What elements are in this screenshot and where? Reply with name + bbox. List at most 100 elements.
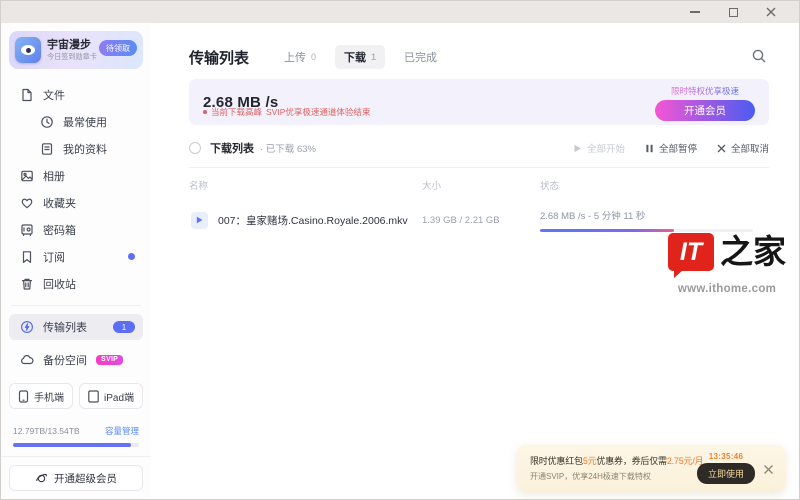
minimize-button[interactable]	[689, 6, 701, 18]
pause-all-button[interactable]: 全部暂停	[645, 141, 697, 155]
storage-panel: 12.79TB/13.54TB 容量管理	[13, 425, 139, 447]
tab-upload[interactable]: 上传 0	[275, 45, 325, 69]
cancel-all-button[interactable]: 全部取消	[717, 141, 769, 155]
storage-progress-fill	[13, 443, 131, 447]
tab-completed[interactable]: 已完成	[395, 45, 446, 69]
downloaded-percent: · 已下载 63%	[260, 141, 316, 155]
user-card[interactable]: 宇宙漫步 今日签到勋章卡 待领取	[9, 31, 143, 69]
play-icon	[196, 216, 203, 224]
toast-line1: 限时优惠红包5元优惠券，券后仅需2.75元/月	[530, 454, 689, 467]
sidebar-item-password-box[interactable]: 密码箱	[1, 216, 151, 243]
open-vip-button[interactable]: 开通会员	[655, 100, 755, 121]
photo-icon	[19, 168, 34, 183]
download-progress-fill	[540, 229, 674, 232]
close-button[interactable]	[765, 6, 777, 18]
transfer-count-badge: 1	[113, 321, 135, 333]
file-size: 1.39 GB / 2.21 GB	[422, 215, 540, 226]
toast-text: 优惠券，券后仅需	[596, 456, 666, 466]
sidebar-item-recycle-bin[interactable]: 回收站	[1, 270, 151, 297]
ithome-url: www.ithome.com	[667, 283, 787, 295]
use-now-button[interactable]: 立即使用	[697, 463, 755, 484]
table-row[interactable]: 007：皇家赌场.Casino.Royale.2006.mkv 1.39 GB …	[189, 208, 769, 232]
tab-label: 下载	[344, 49, 366, 65]
tab-label: 已完成	[404, 49, 437, 65]
cloud-icon	[19, 352, 34, 367]
select-all-checkbox[interactable]	[189, 142, 201, 154]
list-controls: 下载列表 · 已下载 63% 全部开始 全部暂停 全部取消	[189, 137, 769, 159]
table-header: 名称 大小 状态	[189, 178, 769, 192]
tab-count: 1	[371, 52, 376, 62]
device-button-label: 手机端	[34, 389, 64, 404]
page-title: 传输列表	[189, 47, 249, 68]
toast-highlight: 5元	[583, 456, 597, 466]
sidebar-item-subscriptions[interactable]: 订阅	[1, 243, 151, 270]
close-icon	[717, 144, 726, 153]
vip-ring-icon	[35, 472, 48, 485]
sidebar-item-favorites[interactable]: 收藏夹	[1, 189, 151, 216]
tab-label: 上传	[284, 49, 306, 65]
toast-text: 限时优惠红包	[530, 456, 583, 466]
ithome-brand: 之家	[720, 233, 786, 271]
peak-notice-rest: SVIP优享极速通道体验结束	[266, 106, 370, 118]
peak-notice: 当前下载高峰 SVIP优享极速通道体验结束	[203, 106, 370, 118]
sidebar-nav: 文件 最常使用 我的资料 相册	[1, 81, 151, 297]
speed-banner: 2.68 MB /s 当前下载高峰 SVIP优享极速通道体验结束 限时特权优享极…	[189, 79, 769, 125]
transfer-icon	[19, 320, 34, 335]
storage-usage: 12.79TB/13.54TB	[13, 426, 80, 436]
divider	[189, 167, 769, 168]
cancel-all-label: 全部取消	[731, 141, 769, 155]
file-icon	[19, 87, 34, 102]
safe-icon	[19, 222, 34, 237]
claim-badge[interactable]: 待领取	[99, 40, 137, 56]
search-icon[interactable]	[751, 48, 769, 66]
column-name: 名称	[189, 178, 422, 192]
phone-icon	[18, 390, 29, 403]
pause-icon	[645, 144, 654, 153]
device-buttons: 手机端 iPad端	[9, 383, 143, 409]
download-progressbar	[540, 229, 753, 232]
notification-dot	[128, 253, 135, 260]
sidebar-item-label: 密码箱	[43, 222, 76, 238]
notes-icon	[39, 141, 54, 156]
start-all-button[interactable]: 全部开始	[573, 141, 625, 155]
sidebar-item-recent[interactable]: 最常使用	[1, 108, 151, 135]
content-header: 传输列表 上传 0 下载 1 已完成	[189, 45, 769, 69]
user-subtitle: 今日签到勋章卡	[47, 52, 97, 61]
svip-badge: SVIP	[96, 355, 123, 365]
sidebar-item-my-docs[interactable]: 我的资料	[1, 135, 151, 162]
promo-toast: 限时优惠红包5元优惠券，券后仅需2.75元/月 开通SVIP，优享24H极速下载…	[517, 445, 785, 491]
phone-client-button[interactable]: 手机端	[9, 383, 73, 409]
alert-dot	[203, 110, 207, 114]
storage-progressbar	[13, 443, 139, 447]
sidebar-item-label: 订阅	[43, 249, 65, 265]
start-all-label: 全部开始	[587, 141, 625, 155]
tab-download[interactable]: 下载 1	[335, 45, 385, 69]
sidebar-item-backup-space[interactable]: 备份空间 SVIP	[1, 346, 151, 373]
toast-close-icon[interactable]	[763, 462, 775, 474]
sidebar-item-transfer-list[interactable]: 传输列表 1	[9, 314, 143, 340]
upgrade-button-label: 开通超级会员	[54, 471, 117, 486]
download-list-title: 下载列表	[210, 140, 254, 156]
upgrade-svip-button[interactable]: 开通超级会员	[9, 465, 143, 491]
user-name: 宇宙漫步	[47, 39, 100, 52]
sidebar-item-albums[interactable]: 相册	[1, 162, 151, 189]
peak-notice-strong: 当前下载高峰	[211, 106, 262, 118]
tablet-icon	[88, 390, 99, 403]
ipad-client-button[interactable]: iPad端	[79, 383, 143, 409]
sidebar-item-label: 文件	[43, 87, 65, 103]
heart-icon	[19, 195, 34, 210]
file-name: 007：皇家赌场.Casino.Royale.2006.mkv	[218, 213, 416, 228]
divider	[11, 305, 141, 306]
app-logo-icon	[15, 37, 41, 63]
storage-manage-link[interactable]: 容量管理	[105, 425, 139, 437]
column-size: 大小	[422, 178, 540, 192]
sidebar-item-files[interactable]: 文件	[1, 81, 151, 108]
main-content: 传输列表 上传 0 下载 1 已完成 2.68 MB /s	[151, 23, 799, 499]
sidebar-item-label: 最常使用	[63, 114, 107, 130]
ithome-logo-icon: IT	[668, 233, 714, 271]
titlebar	[1, 1, 799, 23]
play-icon	[573, 144, 582, 153]
maximize-button[interactable]	[727, 6, 739, 18]
play-preview-button[interactable]	[191, 212, 208, 229]
ithome-watermark: IT 之家 www.ithome.com	[667, 233, 787, 295]
